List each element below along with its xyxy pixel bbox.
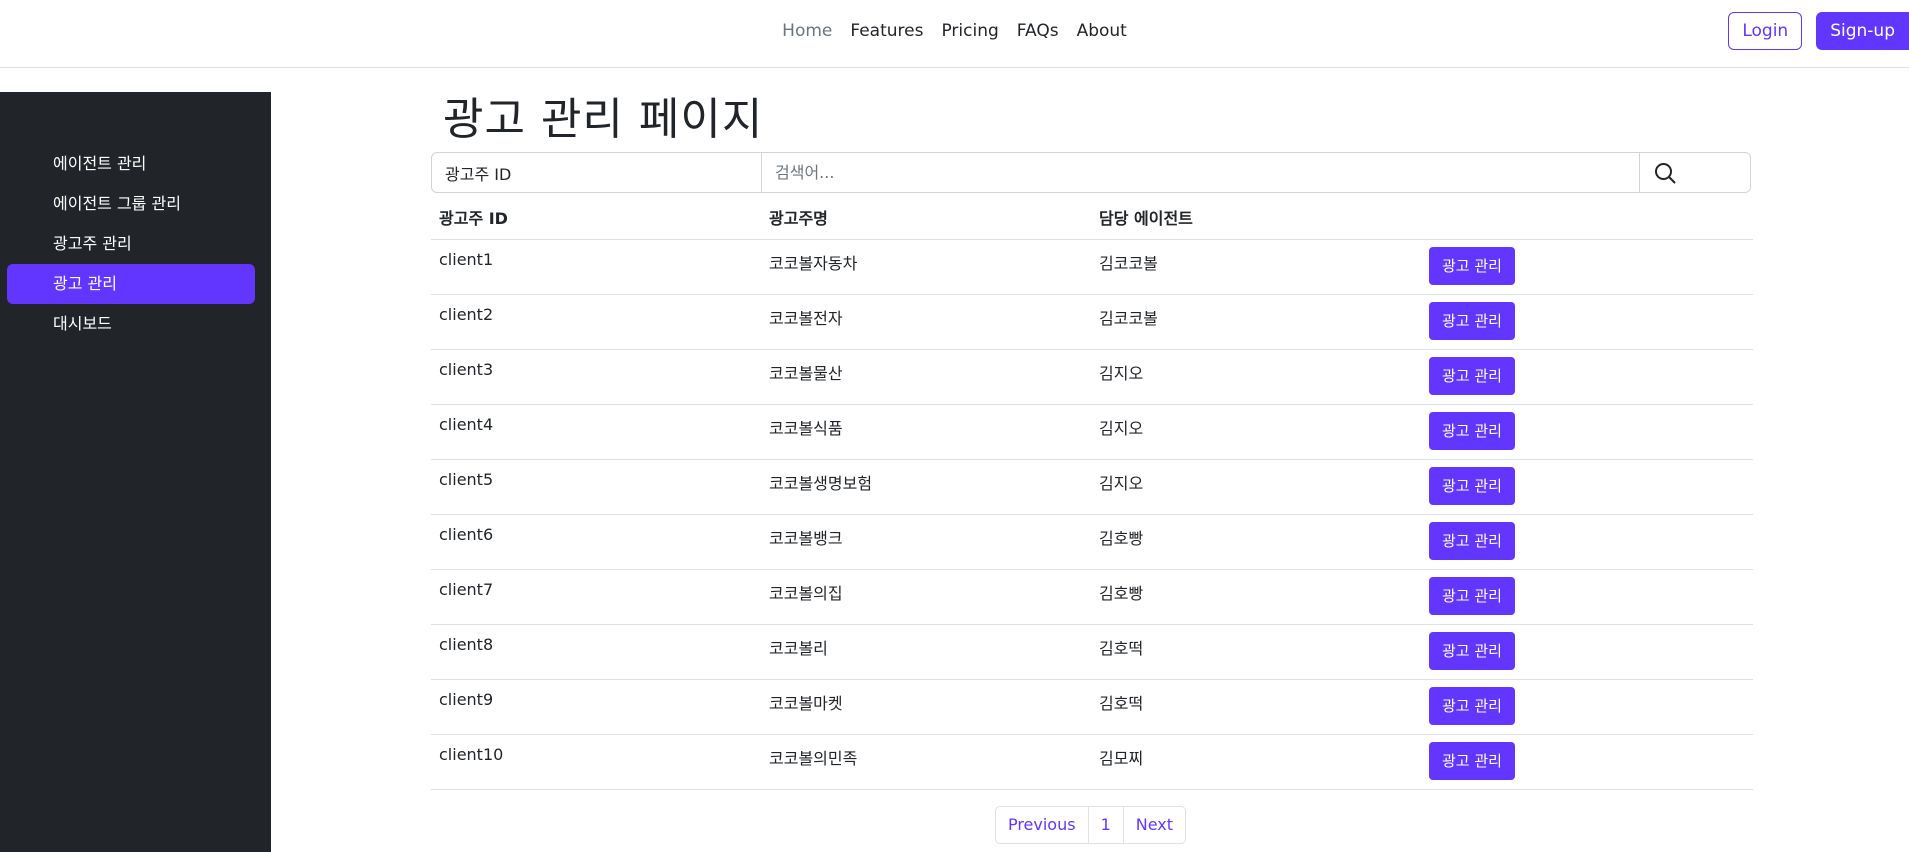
search-field-select[interactable]: 광고주 ID [432, 153, 762, 192]
cell-agent: 김코코볼 [1091, 239, 1421, 295]
sidebar-item-ad[interactable]: 광고 관리 [7, 264, 255, 304]
cell-advertiser-name: 코코볼뱅크 [761, 514, 1091, 570]
cell-advertiser-name: 코코볼생명보험 [761, 459, 1091, 515]
cell-action: 광고 관리 [1421, 569, 1753, 625]
sidebar-item-agent-group[interactable]: 에이전트 그룹 관리 [7, 184, 255, 224]
cell-advertiser-name: 코코볼마켓 [761, 679, 1091, 735]
ad-manage-button[interactable]: 광고 관리 [1429, 741, 1515, 780]
search-bar: 광고주 ID [431, 152, 1751, 193]
login-button[interactable]: Login [1728, 12, 1803, 50]
cell-action: 광고 관리 [1421, 349, 1753, 405]
signup-button[interactable]: Sign-up [1816, 12, 1909, 50]
cell-agent: 김코코볼 [1091, 294, 1421, 350]
cell-action: 광고 관리 [1421, 624, 1753, 680]
cell-agent: 김모찌 [1091, 734, 1421, 790]
table-row: client3 코코볼물산 김지오 광고 관리 [431, 349, 1753, 405]
cell-advertiser-name: 코코볼식품 [761, 404, 1091, 460]
cell-agent: 김호떡 [1091, 679, 1421, 735]
ad-manage-button[interactable]: 광고 관리 [1429, 301, 1515, 340]
nav-pricing[interactable]: Pricing [932, 21, 1007, 41]
cell-action: 광고 관리 [1421, 734, 1753, 790]
ad-manage-button[interactable]: 광고 관리 [1429, 521, 1515, 560]
cell-action: 광고 관리 [1421, 459, 1753, 515]
nav-home[interactable]: Home [773, 21, 841, 41]
table-row: client10 코코볼의민족 김모찌 광고 관리 [431, 734, 1753, 790]
cell-advertiser-id: client8 [431, 624, 761, 680]
ad-manage-button[interactable]: 광고 관리 [1429, 576, 1515, 615]
ad-manage-button[interactable]: 광고 관리 [1429, 686, 1515, 725]
top-navbar: Home Features Pricing FAQs About Login S… [0, 0, 1909, 68]
col-action [1421, 196, 1753, 240]
ad-manage-button[interactable]: 광고 관리 [1429, 631, 1515, 670]
table-row: client7 코코볼의집 김호빵 광고 관리 [431, 569, 1753, 625]
table-row: client8 코코볼리 김호떡 광고 관리 [431, 624, 1753, 680]
page-title: 광고 관리 페이지 [443, 94, 764, 145]
ad-manage-button[interactable]: 광고 관리 [1429, 246, 1515, 285]
cell-advertiser-id: client10 [431, 734, 761, 790]
pagination-previous[interactable]: Previous [994, 805, 1089, 844]
table-body: client1 코코볼자동차 김코코볼 광고 관리 client2 코코볼전자 김코코볼 광고… [431, 239, 1753, 790]
sidebar-item-dashboard[interactable]: 대시보드 [7, 304, 255, 344]
cell-advertiser-name: 코코볼의집 [761, 569, 1091, 625]
main-nav: Home Features Pricing FAQs About [0, 0, 1909, 62]
cell-agent: 김호떡 [1091, 624, 1421, 680]
table-row: client9 코코볼마켓 김호떡 광고 관리 [431, 679, 1753, 735]
pagination-page-1[interactable]: 1 [1087, 805, 1124, 844]
search-button[interactable] [1640, 153, 1750, 192]
table-row: client6 코코볼뱅크 김호빵 광고 관리 [431, 514, 1753, 570]
cell-agent: 김지오 [1091, 349, 1421, 405]
sidebar-item-agent[interactable]: 에이전트 관리 [7, 144, 255, 184]
pagination-next[interactable]: Next [1122, 805, 1187, 844]
cell-advertiser-id: client7 [431, 569, 761, 625]
cell-advertiser-id: client9 [431, 679, 761, 735]
cell-advertiser-name: 코코볼리 [761, 624, 1091, 680]
nav-faqs[interactable]: FAQs [1008, 21, 1068, 41]
col-advertiser-id: 광고주 ID [431, 196, 761, 240]
table-row: client5 코코볼생명보험 김지오 광고 관리 [431, 459, 1753, 515]
col-advertiser-name: 광고주명 [761, 196, 1091, 240]
cell-action: 광고 관리 [1421, 514, 1753, 570]
table-row: client2 코코볼전자 김코코볼 광고 관리 [431, 294, 1753, 350]
search-icon [1655, 162, 1676, 183]
cell-action: 광고 관리 [1421, 239, 1753, 295]
main-content: 광고 관리 페이지 광고주 ID 광고주 ID 광고주명 담당 에이전트 cli… [431, 68, 1753, 844]
ad-manage-button[interactable]: 광고 관리 [1429, 466, 1515, 505]
col-agent: 담당 에이전트 [1091, 196, 1421, 240]
ad-manage-button[interactable]: 광고 관리 [1429, 411, 1515, 450]
table-row: client4 코코볼식품 김지오 광고 관리 [431, 404, 1753, 460]
cell-advertiser-name: 코코볼의민족 [761, 734, 1091, 790]
ad-manage-button[interactable]: 광고 관리 [1429, 356, 1515, 395]
nav-features[interactable]: Features [841, 21, 932, 41]
cell-advertiser-id: client5 [431, 459, 761, 515]
nav-about[interactable]: About [1068, 21, 1136, 41]
cell-advertiser-id: client4 [431, 404, 761, 460]
cell-advertiser-id: client6 [431, 514, 761, 570]
cell-agent: 김호빵 [1091, 569, 1421, 625]
cell-agent: 김호빵 [1091, 514, 1421, 570]
table-row: client1 코코볼자동차 김코코볼 광고 관리 [431, 239, 1753, 295]
cell-agent: 김지오 [1091, 459, 1421, 515]
sidebar-item-advertiser[interactable]: 광고주 관리 [7, 224, 255, 264]
cell-advertiser-name: 코코볼자동차 [761, 239, 1091, 295]
table-header-row: 광고주 ID 광고주명 담당 에이전트 [431, 196, 1753, 240]
cell-action: 광고 관리 [1421, 679, 1753, 735]
cell-advertiser-id: client2 [431, 294, 761, 350]
pagination: Previous 1 Next [431, 805, 1751, 844]
advertiser-table: 광고주 ID 광고주명 담당 에이전트 client1 코코볼자동차 김코코볼 광고 … [431, 196, 1753, 790]
cell-advertiser-name: 코코볼전자 [761, 294, 1091, 350]
cell-advertiser-id: client1 [431, 239, 761, 295]
cell-agent: 김지오 [1091, 404, 1421, 460]
cell-advertiser-id: client3 [431, 349, 761, 405]
search-input[interactable] [762, 153, 1640, 192]
cell-action: 광고 관리 [1421, 404, 1753, 460]
sidebar: 에이전트 관리 에이전트 그룹 관리 광고주 관리 광고 관리 대시보드 [0, 92, 271, 852]
cell-action: 광고 관리 [1421, 294, 1753, 350]
cell-advertiser-name: 코코볼물산 [761, 349, 1091, 405]
auth-buttons: Login Sign-up [1728, 12, 1909, 50]
